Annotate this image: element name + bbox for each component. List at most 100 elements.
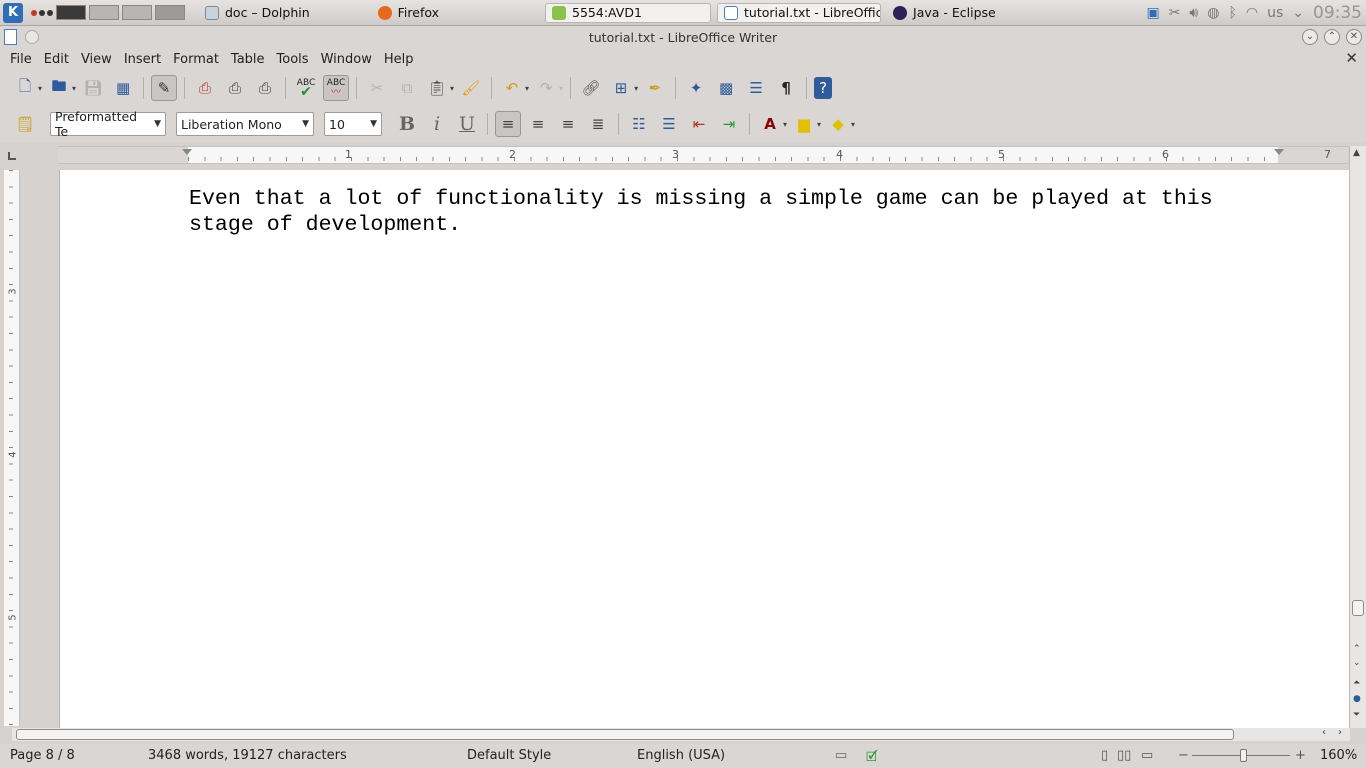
open-folder-icon[interactable]: 🖿︎ (46, 75, 72, 101)
zoom-level[interactable]: 160% (1320, 748, 1357, 763)
page-count[interactable]: Page 8 / 8 (10, 748, 75, 763)
task-dolphin[interactable]: doc – Dolphin (199, 3, 316, 23)
menu-view[interactable]: View (75, 52, 118, 67)
minimize-button[interactable]: ⌄ (1302, 29, 1318, 45)
task-eclipse[interactable]: Java - Eclipse (887, 3, 1002, 23)
maximize-button[interactable]: ⌃ (1324, 29, 1340, 45)
task-libreoffice[interactable]: tutorial.txt - LibreOffice (717, 2, 882, 23)
document-modified-icon[interactable]: 🗹︎ (866, 748, 878, 768)
desktop-3[interactable] (122, 5, 152, 20)
tray-expand-icon[interactable]: ⌄ (1292, 5, 1304, 21)
language[interactable]: English (USA) (637, 748, 725, 763)
paste-dropdown-icon[interactable]: ▾ (450, 84, 454, 93)
task-firefox[interactable]: Firefox (372, 3, 445, 23)
cut-icon[interactable]: ✂ (364, 75, 390, 101)
open-dropdown-icon[interactable]: ▾ (72, 84, 76, 93)
menu-file[interactable]: File (4, 52, 38, 67)
document-text[interactable]: Even that a lot of functionality is miss… (189, 186, 1279, 238)
book-view-icon[interactable]: ▭ (1141, 748, 1153, 763)
font-color-dropdown-icon[interactable]: ▾ (783, 120, 787, 129)
network-globe-icon[interactable]: ◍ (1207, 5, 1219, 21)
kde-launcher-icon[interactable]: K (3, 2, 23, 23)
justify-icon[interactable]: ≣ (585, 111, 611, 137)
font-color-icon[interactable]: A (757, 111, 783, 137)
left-indent-marker[interactable] (182, 149, 192, 155)
activity-dots-icon[interactable] (31, 9, 53, 16)
scroll-left-icon[interactable]: ‹ (1322, 727, 1326, 738)
writer-app-icon[interactable] (4, 29, 17, 45)
clone-formatting-icon[interactable]: 🖌︎ (458, 75, 484, 101)
previous-page-icon[interactable]: ⏶ (1353, 678, 1360, 688)
desktop-2[interactable] (89, 5, 119, 20)
new-document-icon[interactable]: 🗋︎ (12, 75, 38, 101)
undo-dropdown-icon[interactable]: ▾ (525, 84, 529, 93)
background-dropdown-icon[interactable]: ▾ (851, 120, 855, 129)
export-pdf-icon[interactable]: ⎙ (192, 75, 218, 101)
copy-icon[interactable]: ⧉ (394, 75, 420, 101)
close-document-icon[interactable]: ✕ (1345, 49, 1358, 67)
menu-tools[interactable]: Tools (271, 52, 315, 67)
underline-button[interactable]: U (454, 111, 480, 137)
clock[interactable]: 09:35 (1313, 3, 1362, 23)
document-page[interactable]: Even that a lot of functionality is miss… (59, 170, 1349, 728)
numbering-icon[interactable]: ☷ (626, 111, 652, 137)
navigation-icon[interactable]: ● (1353, 694, 1361, 704)
redo-icon[interactable]: ↷ (533, 75, 559, 101)
help-icon[interactable]: ? (814, 77, 833, 99)
new-dropdown-icon[interactable]: ▾ (38, 84, 42, 93)
font-size-select[interactable]: 10 ▼ (324, 112, 382, 136)
navigator-icon[interactable]: ✦ (683, 75, 709, 101)
single-page-view-icon[interactable]: ▯ (1101, 748, 1108, 763)
gallery-icon[interactable]: ▩ (713, 75, 739, 101)
close-window-button[interactable]: ✕ (1346, 29, 1362, 45)
highlighting-dropdown-icon[interactable]: ▾ (817, 120, 821, 129)
keyboard-layout[interactable]: us (1267, 5, 1283, 21)
desktop-1[interactable] (56, 5, 86, 20)
task-avd[interactable]: 5554:AVD1 (545, 2, 712, 23)
table-dropdown-icon[interactable]: ▾ (634, 84, 638, 93)
horizontal-scrollbar[interactable]: ‹ › (12, 727, 1350, 741)
zoom-in-icon[interactable]: + (1295, 748, 1306, 763)
formatting-marks-icon[interactable]: ¶ (773, 75, 799, 101)
print-icon[interactable]: ⎙ (222, 75, 248, 101)
redo-dropdown-icon[interactable]: ▾ (559, 84, 563, 93)
menu-edit[interactable]: Edit (38, 52, 75, 67)
scroll-up-icon[interactable]: ▲ (1353, 148, 1360, 158)
vertical-ruler[interactable]: 3 4 5 (4, 170, 20, 726)
scroll-down-arrow-icon[interactable]: ⌄ (1353, 658, 1361, 668)
volume-icon[interactable]: 🔊︎ (1189, 5, 1198, 21)
font-name-select[interactable]: Liberation Mono ▼ (176, 112, 314, 136)
insert-table-icon[interactable]: ⊞ (608, 75, 634, 101)
align-center-icon[interactable]: ≡ (525, 111, 551, 137)
save-icon[interactable]: 💾︎ (80, 75, 106, 101)
zoom-slider-handle[interactable] (1240, 749, 1247, 762)
edit-mode-pencil-icon[interactable]: ✎ (151, 75, 178, 101)
highlighting-icon[interactable]: ▆ (791, 111, 817, 137)
horizontal-scroll-thumb[interactable] (16, 729, 1234, 740)
bold-button[interactable]: B (394, 111, 420, 137)
desktop-4[interactable] (155, 5, 185, 20)
hyperlink-icon[interactable]: 🔗︎ (578, 75, 604, 101)
menu-insert[interactable]: Insert (118, 52, 167, 67)
klipper-scissors-icon[interactable]: ✂ (1169, 5, 1181, 21)
decrease-indent-icon[interactable]: ⇤ (686, 111, 712, 137)
clipboard-icon[interactable]: ▣ (1146, 5, 1159, 21)
paragraph-style-select[interactable]: Preformatted Te ▼ (50, 109, 166, 139)
wifi-icon[interactable]: ◠ (1246, 5, 1258, 21)
page-style[interactable]: Default Style (467, 748, 551, 763)
show-draw-functions-icon[interactable]: ✒ (642, 75, 668, 101)
scroll-up-arrow-icon[interactable]: ⌃ (1353, 644, 1361, 654)
styles-formatting-icon[interactable]: 🗒︎ (12, 111, 38, 137)
horizontal-ruler[interactable]: 1 2 3 4 5 6 7 (58, 146, 1348, 164)
italic-button[interactable]: i (424, 111, 450, 137)
window-titlebar[interactable]: tutorial.txt - LibreOffice Writer ⌄ ⌃ ✕ (0, 26, 1366, 48)
data-sources-icon[interactable]: ☰ (743, 75, 769, 101)
autospellcheck-button[interactable]: ABC 〰 (323, 75, 350, 101)
menu-table[interactable]: Table (225, 52, 271, 67)
word-count[interactable]: 3468 words, 19127 characters (148, 748, 347, 763)
send-document-icon[interactable]: ▦ (110, 75, 136, 101)
right-indent-marker[interactable] (1274, 149, 1284, 155)
bluetooth-icon[interactable]: ᛒ (1228, 5, 1236, 21)
next-page-icon[interactable]: ⏷ (1353, 710, 1360, 720)
background-color-icon[interactable]: ◆ (825, 111, 851, 137)
